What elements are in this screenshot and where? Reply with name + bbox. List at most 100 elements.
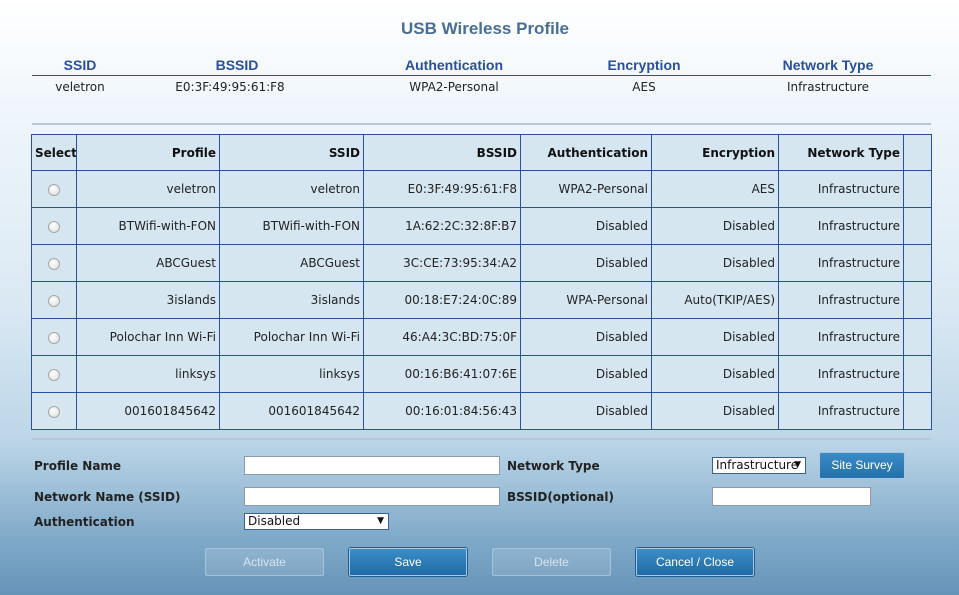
divider [32,123,931,125]
empty-cell [903,244,932,282]
bssid-cell: 3C:CE:73:95:34:A2 [363,244,521,282]
select-radio[interactable] [48,257,60,270]
bssid-cell: E0:3F:49:95:61:F8 [363,170,521,208]
encryption-cell: Disabled [651,392,779,430]
profile-cell: 001601845642 [76,392,220,430]
profile-name-label: Profile Name [34,459,122,473]
table-row: 001601845642 001601845642 00:16:01:84:56… [31,392,932,430]
empty-column-header [903,134,932,171]
empty-cell [903,281,932,319]
network-type-label: Network Type [507,459,600,473]
dropdown-arrow-icon: ▼ [377,516,384,526]
page-title: USB Wireless Profile [400,19,570,38]
bssid-cell: 00:18:E7:24:0C:89 [363,281,521,319]
site-survey-button[interactable]: Site Survey [819,452,905,479]
network-type-cell: Infrastructure [778,318,904,356]
profile-cell: veletron [76,170,220,208]
network-name-label: Network Name (SSID) [34,490,181,504]
profile-cell: linksys [76,355,220,393]
empty-cell [903,392,932,430]
table-row: linksys linksys 00:16:B6:41:07:6E Disabl… [31,355,932,393]
table-row: BTWifi-with-FON BTWifi-with-FON 1A:62:2C… [31,207,932,245]
current-ssid-header: SSID [63,57,97,73]
authentication-select[interactable]: Disabled ▼ [244,513,389,530]
bssid-cell: 46:A4:3C:BD:75:0F [363,318,521,356]
authentication-column-header: Authentication [520,134,652,171]
network-type-cell: Infrastructure [778,392,904,430]
network-type-cell: Infrastructure [778,207,904,245]
network-type-cell: Infrastructure [778,355,904,393]
select-radio[interactable] [48,183,60,196]
authentication-cell: Disabled [520,392,652,430]
authentication-label: Authentication [34,515,135,529]
current-encryption-header: Encryption [607,57,681,73]
ssid-cell: BTWifi-with-FON [219,207,364,245]
authentication-cell: Disabled [520,207,652,245]
network-type-column-header: Network Type [778,134,904,171]
profile-cell: 3islands [76,281,220,319]
profile-cell: Polochar Inn Wi-Fi [76,318,220,356]
table-row: 3islands 3islands 00:18:E7:24:0C:89 WPA-… [31,281,932,319]
profile-cell: BTWifi-with-FON [76,207,220,245]
authentication-cell: Disabled [520,318,652,356]
encryption-cell: Auto(TKIP/AES) [651,281,779,319]
authentication-cell: WPA-Personal [520,281,652,319]
encryption-cell: Disabled [651,355,779,393]
ssid-cell: 3islands [219,281,364,319]
select-radio[interactable] [48,405,60,418]
select-radio[interactable] [48,220,60,233]
current-encryption-value: AES [632,80,656,94]
empty-cell [903,318,932,356]
authentication-cell: WPA2-Personal [520,170,652,208]
current-authentication-header: Authentication [405,57,503,73]
ssid-column-header: SSID [219,134,364,171]
table-row: ABCGuest ABCGuest 3C:CE:73:95:34:A2 Disa… [31,244,932,282]
dropdown-arrow-icon: ▼ [794,460,801,470]
save-button[interactable]: Save [349,548,467,576]
network-name-input[interactable] [244,487,500,506]
ssid-cell: linksys [219,355,364,393]
divider [32,438,931,440]
empty-cell [903,170,932,208]
current-bssid-header: BSSID [215,57,259,73]
delete-button[interactable]: Delete [492,548,611,576]
bssid-input[interactable] [712,487,871,506]
select-radio[interactable] [48,368,60,381]
current-authentication-value: WPA2-Personal [409,80,499,94]
encryption-cell: Disabled [651,207,779,245]
network-type-cell: Infrastructure [778,170,904,208]
network-type-select-value: Infrastructure [716,458,799,472]
ssid-cell: veletron [219,170,364,208]
select-radio[interactable] [48,331,60,344]
bssid-cell: 1A:62:2C:32:8F:B7 [363,207,521,245]
ssid-cell: 001601845642 [219,392,364,430]
network-type-select[interactable]: Infrastructure ▼ [712,457,806,474]
table-row: Polochar Inn Wi-Fi Polochar Inn Wi-Fi 46… [31,318,932,356]
profile-name-input[interactable] [244,456,500,475]
network-type-cell: Infrastructure [778,281,904,319]
bssid-label: BSSID(optional) [507,490,614,504]
current-ssid-value: veletron [55,80,105,94]
current-connection-row: veletron E0:3F:49:95:61:F8 WPA2-Personal… [32,80,931,96]
encryption-cell: Disabled [651,244,779,282]
profile-cell: ABCGuest [76,244,220,282]
current-network-type-header: Network Type [782,57,874,73]
empty-cell [903,207,932,245]
activate-button[interactable]: Activate [205,548,324,576]
encryption-column-header: Encryption [651,134,779,171]
current-network-type-value: Infrastructure [786,80,870,94]
authentication-cell: Disabled [520,244,652,282]
authentication-select-value: Disabled [248,514,301,528]
table-row: veletron veletron E0:3F:49:95:61:F8 WPA2… [31,170,932,208]
table-header-row: Select Profile SSID BSSID Authentication… [31,134,932,171]
select-radio[interactable] [48,294,60,307]
cancel-close-button[interactable]: Cancel / Close [636,548,754,576]
bssid-column-header: BSSID [363,134,521,171]
bssid-cell: 00:16:01:84:56:43 [363,392,521,430]
ssid-cell: Polochar Inn Wi-Fi [219,318,364,356]
profiles-table: Select Profile SSID BSSID Authentication… [31,134,932,430]
encryption-cell: Disabled [651,318,779,356]
bssid-cell: 00:16:B6:41:07:6E [363,355,521,393]
network-type-cell: Infrastructure [778,244,904,282]
profile-column-header: Profile [76,134,220,171]
